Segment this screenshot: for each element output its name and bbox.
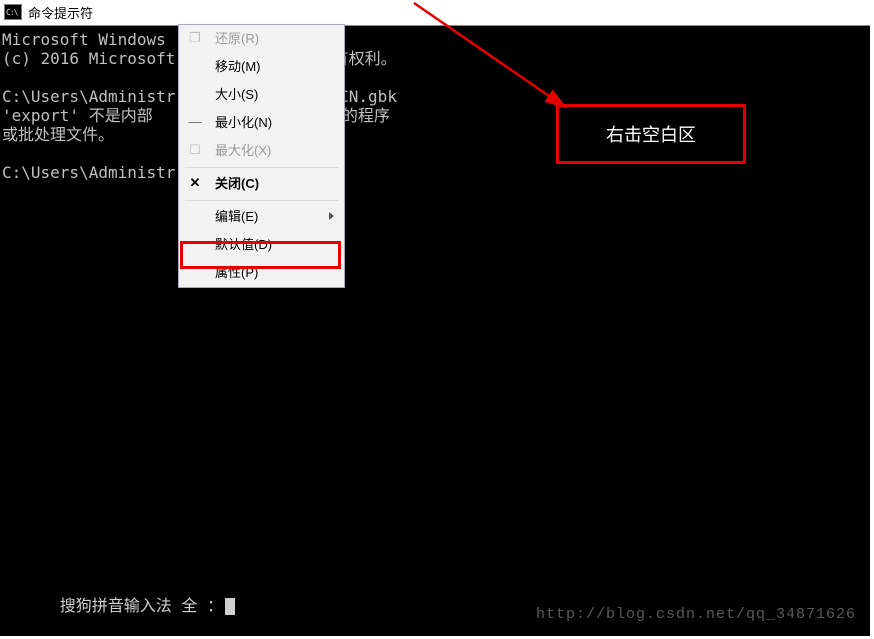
cmd-icon[interactable] [4,4,22,20]
annotation-box: 右击空白区 [556,104,746,164]
menu-properties[interactable]: 属性(P) [179,259,344,287]
window-title: 命令提示符 [28,3,93,22]
menu-edit-label: 编辑(E) [215,209,258,224]
console-line: 或批处理文件。 [2,125,114,144]
menu-close-label: 关闭(C) [215,176,259,191]
screenshot-stage: 命令提示符 Microsoft Windows ] (c) 2016 Micro… [0,0,870,636]
menu-edit[interactable]: 编辑(E) [179,203,344,231]
chevron-right-icon [329,212,334,220]
menu-maximize-label: 最大化(X) [215,143,271,158]
menu-separator [185,200,338,201]
menu-defaults[interactable]: 默认值(D) [179,231,344,259]
menu-separator [185,167,338,168]
menu-minimize[interactable]: — 最小化(N) [179,109,344,137]
menu-defaults-label: 默认值(D) [215,237,272,252]
restore-icon: ❐ [187,30,203,46]
ime-cursor [225,598,235,615]
ime-bar: 搜狗拼音输入法 全 ： [2,577,235,634]
maximize-icon: ☐ [187,142,203,158]
annotation-text: 右击空白区 [606,121,696,147]
titlebar[interactable]: 命令提示符 [0,0,870,26]
ime-text: 搜狗拼音输入法 全 ： [60,596,223,615]
menu-move-label: 移动(M) [215,59,261,74]
system-context-menu[interactable]: ❐ 还原(R) 移动(M) 大小(S) — 最小化(N) ☐ 最大化(X) ✕ … [178,24,345,288]
close-icon: ✕ [187,175,203,191]
menu-move[interactable]: 移动(M) [179,53,344,81]
menu-maximize: ☐ 最大化(X) [179,137,344,165]
minimize-icon: — [187,114,203,130]
menu-minimize-label: 最小化(N) [215,115,272,130]
menu-properties-label: 属性(P) [215,265,258,280]
menu-size-label: 大小(S) [215,87,258,102]
menu-restore: ❐ 还原(R) [179,25,344,53]
console-line: C:\Users\Administr [2,163,175,182]
menu-restore-label: 还原(R) [215,31,259,46]
watermark: http://blog.csdn.net/qq_34871626 [536,605,856,624]
menu-size[interactable]: 大小(S) [179,81,344,109]
menu-close[interactable]: ✕ 关闭(C) [179,170,344,198]
